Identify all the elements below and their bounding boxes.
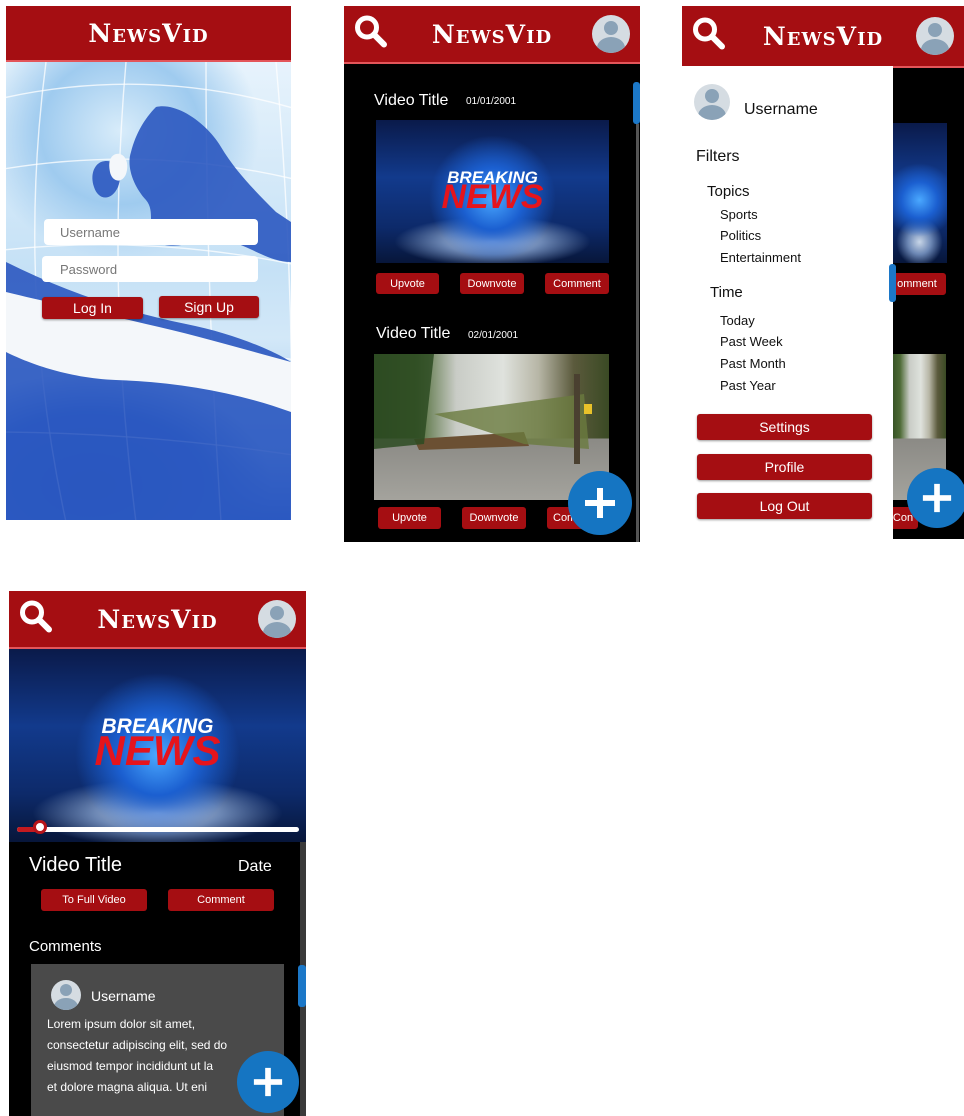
time-today[interactable]: Today <box>720 313 755 328</box>
comment-line: consectetur adipiscing elit, sed do <box>47 1038 228 1052</box>
progress-handle[interactable] <box>32 820 47 834</box>
add-video-button[interactable] <box>907 468 964 528</box>
scroll-track <box>636 124 639 542</box>
thumb-news-text: NEWS <box>441 178 544 216</box>
profile-avatar-icon[interactable] <box>258 600 296 638</box>
app-header: NewsVid <box>682 6 964 68</box>
commenter-avatar-icon <box>51 980 81 1010</box>
add-video-button[interactable] <box>568 471 632 535</box>
time-past-year[interactable]: Past Year <box>720 378 776 393</box>
search-icon[interactable] <box>354 15 388 54</box>
comment-line: et dolore magna aliqua. Ut eni <box>47 1080 208 1094</box>
drawer-avatar-icon <box>694 84 730 120</box>
profile-avatar-icon[interactable] <box>592 15 630 53</box>
plus-icon <box>585 488 615 518</box>
topic-entertainment[interactable]: Entertainment <box>720 250 801 265</box>
thumb-news-text: NEWS <box>94 727 221 774</box>
app-title: NewsVid <box>762 21 884 51</box>
video-player[interactable]: BREAKING NEWS <box>9 649 306 842</box>
app-header: NewsVid <box>6 6 291 62</box>
drawer-screen: NewsVid omment Con Username Filters Topi… <box>682 6 964 539</box>
time-past-month[interactable]: Past Month <box>720 356 786 371</box>
username-placeholder: Username <box>60 225 120 240</box>
downvote-button[interactable]: Downvote <box>462 507 526 529</box>
filters-heading: Filters <box>696 148 740 165</box>
password-field[interactable]: Password <box>42 256 258 282</box>
profile-avatar-icon[interactable] <box>916 17 954 55</box>
video-title: Video Title <box>374 92 449 109</box>
time-heading: Time <box>710 284 743 301</box>
signup-button[interactable]: Sign Up <box>159 296 259 318</box>
search-icon[interactable] <box>692 17 726 56</box>
video-date: Date <box>238 858 272 875</box>
app-title: NewsVid <box>88 18 209 48</box>
video-date: 02/01/2001 <box>468 330 519 341</box>
progress-track[interactable] <box>17 827 299 832</box>
logout-button[interactable]: Log Out <box>697 493 872 519</box>
commenter-username: Username <box>91 988 156 1004</box>
app-header: NewsVid <box>9 591 306 649</box>
time-past-week[interactable]: Past Week <box>720 334 783 349</box>
video-title: Video Title <box>376 325 451 342</box>
topic-politics[interactable]: Politics <box>720 228 761 243</box>
profile-button[interactable]: Profile <box>697 454 872 480</box>
video-thumbnail[interactable] <box>374 354 609 500</box>
comment-line: Lorem ipsum dolor sit amet, <box>47 1017 196 1031</box>
comments-heading: Comments <box>29 938 102 955</box>
app-title: NewsVid <box>97 604 218 634</box>
topic-sports[interactable]: Sports <box>720 207 758 222</box>
video-detail-screen: NewsVid BREAKING NEWS Video Title Date T… <box>9 591 306 1116</box>
login-screen: NewsVid Username Password Log In Sign Up <box>6 6 291 520</box>
full-video-button[interactable]: To Full Video <box>41 889 147 911</box>
comment-button[interactable]: Comment <box>545 273 609 294</box>
plus-icon <box>253 1067 283 1097</box>
upvote-button[interactable]: Upvote <box>378 507 441 529</box>
search-icon[interactable] <box>19 600 53 639</box>
video-thumbnail[interactable]: BREAKING NEWS <box>376 120 609 263</box>
app-header: NewsVid <box>344 6 640 64</box>
globe-background <box>6 62 291 520</box>
upvote-button[interactable]: Upvote <box>376 273 439 294</box>
topics-heading: Topics <box>707 183 750 200</box>
globe-graticule <box>6 62 291 520</box>
video-title: Video Title <box>29 854 123 876</box>
comment-button-peek: omment <box>888 273 946 295</box>
detail-scrollbar[interactable] <box>298 965 306 1007</box>
password-placeholder: Password <box>60 262 118 277</box>
username-field[interactable]: Username <box>44 219 258 245</box>
comment-line: eiusmod tempor incididunt ut la <box>47 1059 214 1073</box>
comment-button[interactable]: Comment <box>168 889 274 911</box>
login-button[interactable]: Log In <box>42 297 143 319</box>
app-title: NewsVid <box>431 19 553 49</box>
settings-button[interactable]: Settings <box>697 414 872 440</box>
side-drawer: Username Filters Topics Sports Politics … <box>682 66 893 539</box>
feed-scrollbar[interactable] <box>633 82 640 124</box>
add-video-button[interactable] <box>237 1051 299 1113</box>
feed-thumbnail-peek <box>892 123 947 263</box>
video-date: 01/01/2001 <box>466 96 517 107</box>
drawer-scrollbar[interactable] <box>889 264 896 302</box>
plus-icon <box>922 483 952 513</box>
feed-screen: NewsVid Video Title 01/01/2001 BREAKING … <box>344 6 640 542</box>
downvote-button[interactable]: Downvote <box>460 273 524 294</box>
drawer-username: Username <box>744 101 818 118</box>
